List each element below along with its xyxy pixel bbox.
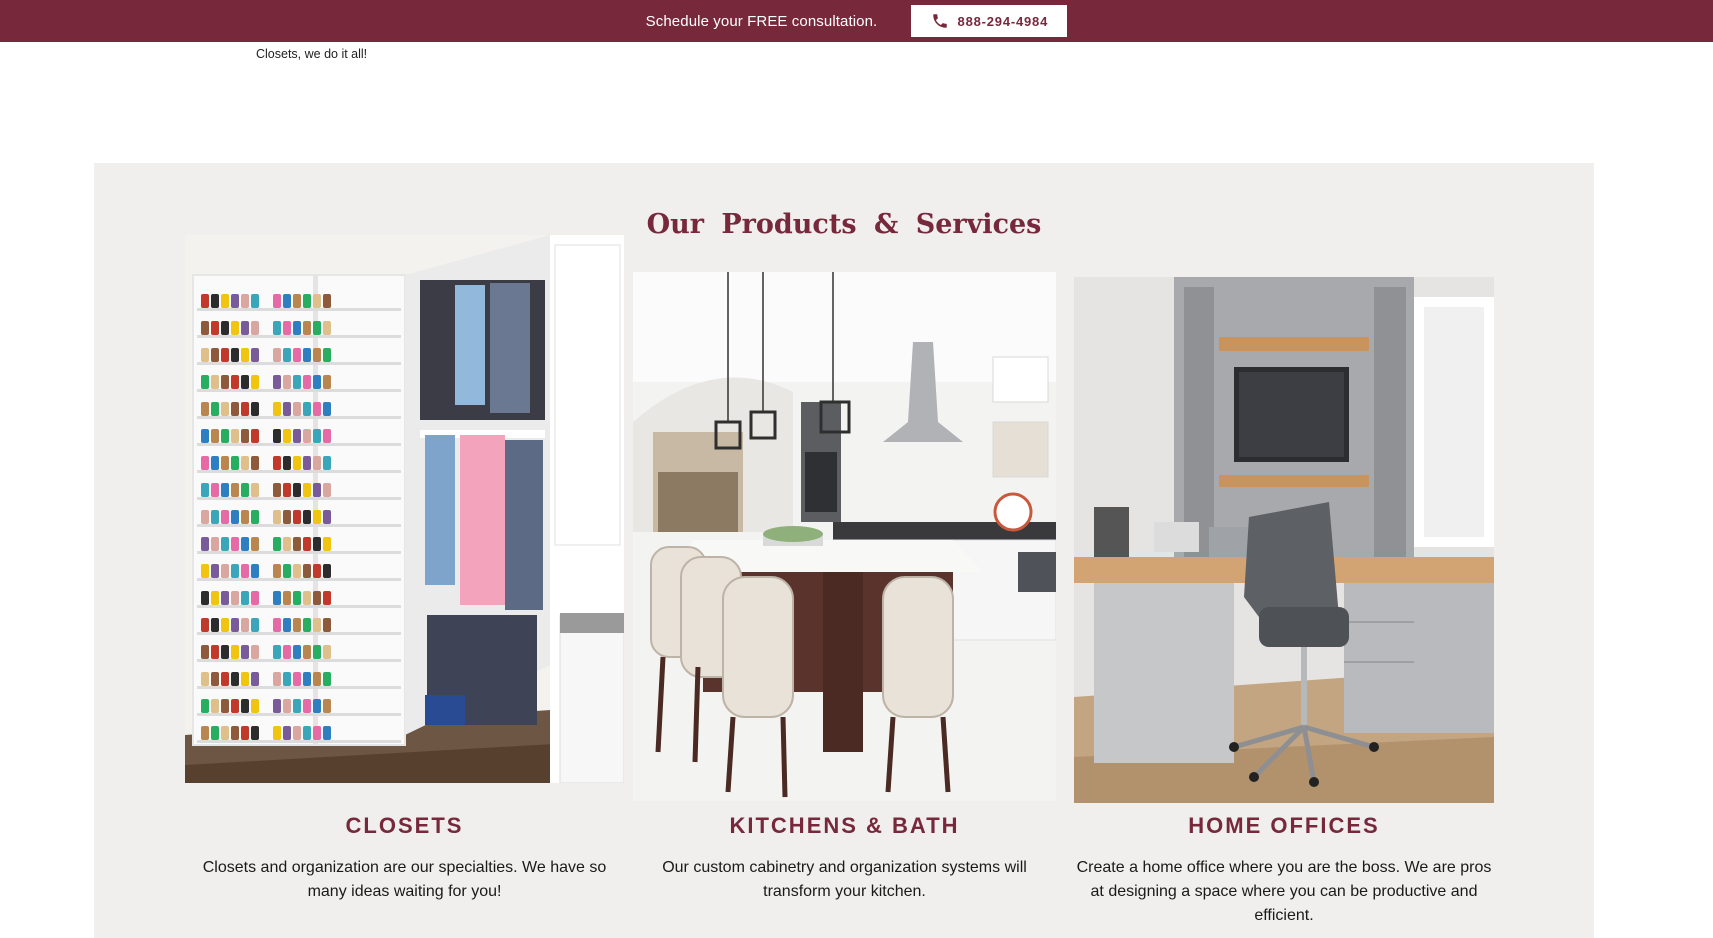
closet-photo[interactable] [185,235,624,783]
home-office-photo[interactable] [1074,277,1494,803]
card-title-home-offices[interactable]: HOME OFFICES [1074,813,1494,839]
card-description-kitchens-bath: Our custom cabinetry and organization sy… [662,859,1027,900]
phone-call-button[interactable]: 888-294-4984 [911,5,1068,37]
kitchen-photo[interactable] [633,272,1056,801]
products-services-section: Our Products & Services CLOSETS Closets … [94,163,1594,938]
phone-number-label: 888-294-4984 [957,13,1049,29]
consultation-cta-text: Schedule your FREE consultation. [645,12,878,30]
top-announcement-bar: Schedule your FREE consultation. 888-294… [0,0,1713,42]
card-description-closets: Closets and organization are our special… [202,859,607,900]
phone-icon [932,14,947,28]
card-title-kitchens-bath[interactable]: KITCHENS & BATH [633,813,1056,839]
intro-text-fragment: Closets, we do it all! [256,47,368,61]
card-title-closets[interactable]: CLOSETS [185,813,624,839]
card-description-home-offices: Create a home office where you are the b… [1076,859,1492,924]
